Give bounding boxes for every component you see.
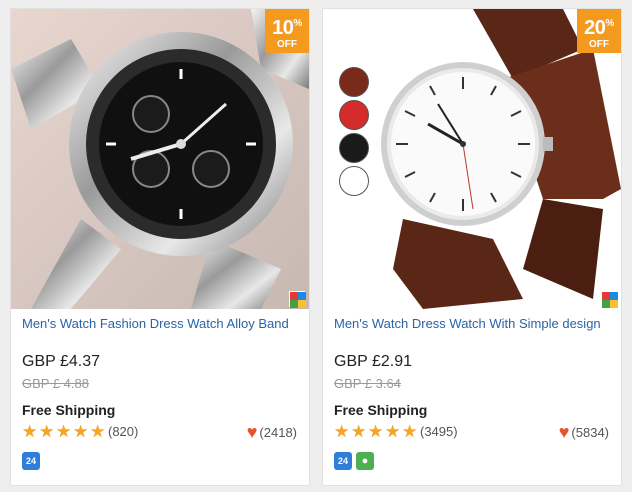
star-icon: ★ [22,422,38,441]
product-card-2[interactable]: 20% OFF Men's Watch Dress Watch With Sim… [322,8,622,486]
app-grid-icon [289,291,306,308]
star-icon: ★ [368,422,384,441]
color-swatch-white[interactable] [339,166,369,196]
rating-stars: ★ ★ ★ ★ ★ (3495) [334,423,458,440]
app-grid-icon [601,291,618,308]
24h-shipping-icon: 24 [334,452,352,470]
product-title-link[interactable]: Men's Watch Fashion Dress Watch Alloy Ba… [22,316,302,332]
location-pin-icon: ● [356,452,374,470]
product-old-price: GBP £ 4.88 [22,376,89,391]
discount-badge: 10% OFF [265,9,309,53]
color-swatch-brown[interactable] [339,67,369,97]
product-old-price: GBP £ 3.64 [334,376,401,391]
star-icon: ★ [90,422,106,441]
color-swatch-black[interactable] [339,133,369,163]
free-shipping-label: Free Shipping [334,402,428,418]
color-swatch-red[interactable] [339,100,369,130]
product-price: GBP £2.91 [334,353,412,370]
review-count[interactable]: (820) [108,424,138,439]
star-icon: ★ [402,422,418,441]
discount-badge: 20% OFF [577,9,621,53]
discount-percent: 10% [272,17,302,39]
discount-percent: 20% [584,17,614,39]
like-count: (5834) [571,424,609,440]
star-icon: ★ [334,422,350,441]
product-title-link[interactable]: Men's Watch Dress Watch With Simple desi… [334,316,614,332]
star-icon: ★ [56,422,72,441]
discount-off-label: OFF [589,39,609,50]
product-card-1[interactable]: 10% OFF Men's Watch Fashion Dress Watch … [10,8,310,486]
product-price: GBP £4.37 [22,353,100,370]
star-icon: ★ [73,422,89,441]
favorite-button[interactable]: ♥ (2418) [247,423,297,441]
like-count: (2418) [259,424,297,440]
service-badges: 24 [22,452,44,470]
star-icon: ★ [385,422,401,441]
discount-off-label: OFF [277,39,297,50]
review-count[interactable]: (3495) [420,424,458,439]
star-icon: ★ [351,422,367,441]
favorite-button[interactable]: ♥ (5834) [559,423,609,441]
24h-shipping-icon: 24 [22,452,40,470]
product-image-silver-watch[interactable] [11,9,309,309]
color-swatches [339,67,369,199]
rating-stars: ★ ★ ★ ★ ★ (820) [22,423,138,440]
service-badges: 24 ● [334,452,374,470]
heart-icon[interactable]: ♥ [559,423,570,441]
star-icon: ★ [39,422,55,441]
free-shipping-label: Free Shipping [22,402,116,418]
heart-icon[interactable]: ♥ [247,423,258,441]
